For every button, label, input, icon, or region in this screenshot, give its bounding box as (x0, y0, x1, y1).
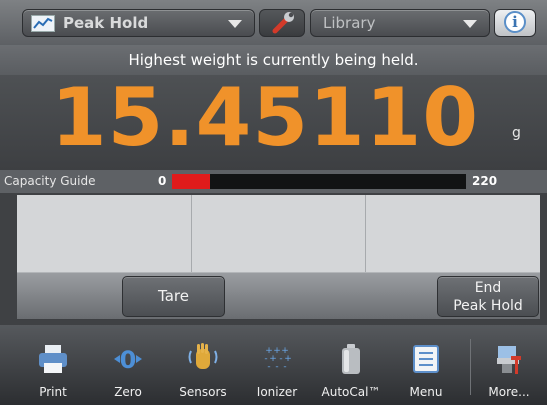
zero-icon: 0 (112, 341, 144, 377)
library-selector[interactable]: Library (310, 9, 490, 37)
sensors-button[interactable]: Sensors (170, 325, 236, 405)
nav-label: Zero (114, 385, 142, 399)
status-message: Highest weight is currently being held. (128, 51, 419, 69)
svg-text:-: - (279, 354, 282, 364)
end-peak-hold-line1: End (474, 280, 502, 296)
top-bar: Peak Hold Library i (0, 0, 547, 45)
capacity-bar-fill (172, 174, 211, 189)
printer-icon (37, 341, 69, 377)
more-button[interactable]: More... (476, 325, 542, 405)
nav-label: Ionizer (256, 385, 298, 399)
autocal-weight-icon (335, 341, 367, 377)
application-label: Peak Hold (63, 14, 149, 32)
balance-screen: Peak Hold Library i Highest weight is cu… (0, 0, 547, 405)
capacity-guide-label: Capacity Guide (4, 174, 96, 188)
zero-button[interactable]: 0 Zero (95, 325, 161, 405)
more-icon (493, 341, 525, 377)
application-selector[interactable]: Peak Hold (22, 9, 255, 37)
chevron-down-icon (228, 20, 242, 28)
nav-label: More... (488, 385, 530, 399)
line-chart-icon (31, 15, 55, 32)
end-peak-hold-line2: Peak Hold (453, 298, 523, 314)
svg-text:0: 0 (120, 346, 137, 374)
capacity-max: 220 (472, 174, 498, 188)
library-label: Library (323, 14, 376, 32)
ionizer-icon: + + + - + - + --- (261, 341, 293, 377)
nav-label: AutoCal™ (321, 385, 381, 399)
menu-button[interactable]: Menu (393, 325, 459, 405)
data-panel (366, 195, 540, 272)
chevron-down-icon (463, 20, 477, 28)
svg-text:-: - (267, 362, 270, 372)
ionizer-button[interactable]: + + + - + - + --- Ionizer (244, 325, 310, 405)
bottom-nav: Print 0 Zero Sensors + + + - + - + - - -… (0, 325, 547, 405)
menu-icon (410, 341, 442, 377)
info-icon: i (504, 11, 526, 33)
nav-label: Menu (409, 385, 443, 399)
nav-label: Sensors (179, 385, 227, 399)
data-panels (17, 195, 540, 272)
autocal-button[interactable]: AutoCal™ (318, 325, 384, 405)
nav-divider (470, 339, 471, 395)
settings-button[interactable] (259, 9, 305, 37)
info-button[interactable]: i (494, 9, 536, 37)
svg-text:-: - (275, 362, 278, 372)
weight-unit: g (512, 125, 521, 141)
hand-sensor-icon (187, 341, 219, 377)
capacity-bar (172, 174, 466, 189)
end-peak-hold-button[interactable]: End Peak Hold (437, 276, 539, 317)
svg-text:-: - (283, 362, 286, 372)
weight-display: 15.45110 g (0, 71, 547, 170)
weight-value: 15.45110 (50, 71, 479, 164)
action-bar: Tare End Peak Hold (17, 272, 540, 320)
data-panel (17, 195, 192, 272)
data-panel (192, 195, 366, 272)
nav-label: Print (39, 385, 67, 399)
tare-button[interactable]: Tare (122, 276, 225, 317)
capacity-guide: Capacity Guide 0 220 (0, 170, 547, 193)
capacity-min: 0 (158, 174, 167, 188)
print-button[interactable]: Print (20, 325, 86, 405)
